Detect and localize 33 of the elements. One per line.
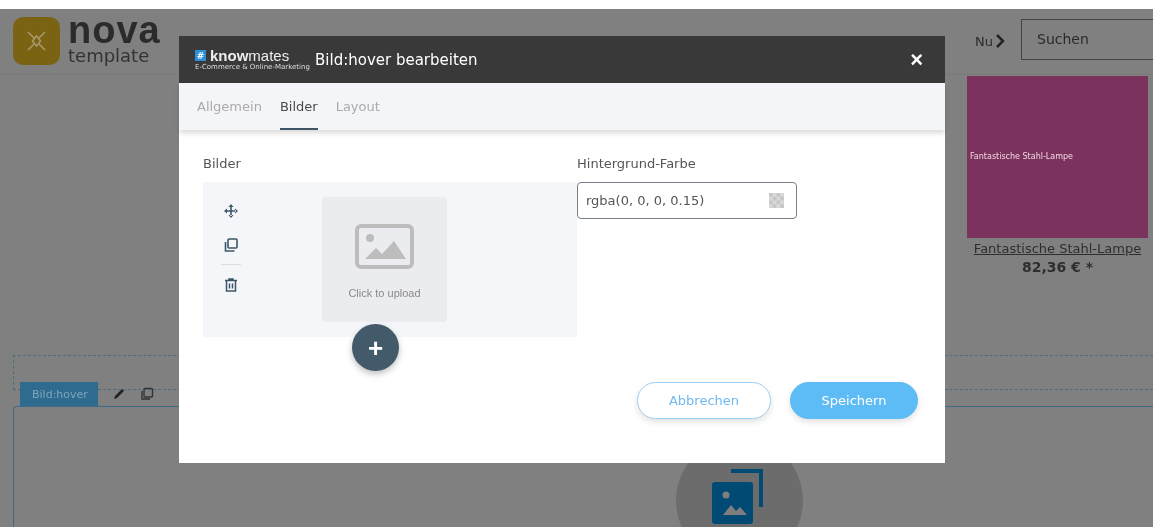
product-title-link[interactable]: Fantastische Stahl-Lampe xyxy=(973,240,1142,256)
tab[interactable]: Layout xyxy=(335,83,380,130)
field-label: Bilder xyxy=(203,156,242,171)
save-button[interactable]: Speichern xyxy=(790,382,918,419)
image-icon xyxy=(355,224,414,269)
brand-mark: # xyxy=(195,50,206,61)
pencil-icon[interactable] xyxy=(111,387,126,401)
logo-icon xyxy=(13,17,60,66)
copy-icon[interactable] xyxy=(223,237,239,253)
brand-name: knowmates xyxy=(210,48,290,63)
nav-item[interactable]: Nu xyxy=(975,33,993,49)
product-image[interactable]: Fantastische Stahl-Lampe xyxy=(967,75,1148,238)
field-label: Hintergrund-Farbe xyxy=(577,156,697,171)
product-price: 82,36 € * xyxy=(1021,258,1094,275)
tab[interactable]: Bilder xyxy=(279,83,318,130)
dialog-title: Bild:hover bearbeiten xyxy=(315,50,479,69)
search-field[interactable]: Suchen xyxy=(1021,18,1153,60)
color-swatch-icon[interactable] xyxy=(769,193,784,208)
image-caption: Fantastische Stahl-Lampe xyxy=(970,152,1073,162)
cancel-button[interactable]: Abbrechen xyxy=(637,382,771,419)
chevron-right-icon[interactable] xyxy=(995,34,1005,49)
color-field[interactable]: rgba(0, 0, 0, 0.15) xyxy=(577,182,797,219)
tab[interactable]: Allgemein xyxy=(197,83,262,130)
move-icon[interactable] xyxy=(223,203,239,219)
logo-subtitle: template xyxy=(68,47,151,66)
logo-wordmark: nova xyxy=(68,11,161,50)
close-button[interactable]: × xyxy=(910,48,923,71)
element-tab[interactable]: Bild:hover xyxy=(20,382,98,406)
upload-hint: Click to upload xyxy=(348,287,421,299)
copy-icon[interactable] xyxy=(139,387,154,401)
trash-icon[interactable] xyxy=(223,277,239,293)
upload-tile[interactable]: Click to upload xyxy=(322,197,447,322)
add-button[interactable]: + xyxy=(352,324,399,371)
